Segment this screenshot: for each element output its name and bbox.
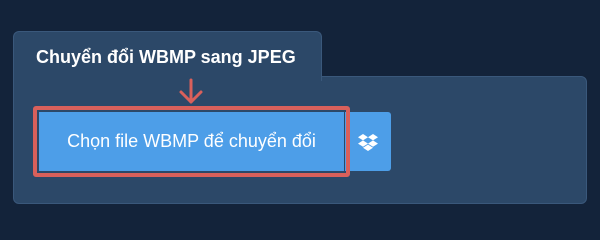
converter-tab: Chuyển đổi WBMP sang JPEG xyxy=(13,31,322,81)
dropbox-icon xyxy=(358,133,378,151)
tab-title: Chuyển đổi WBMP sang JPEG xyxy=(36,47,296,67)
arrow-down-icon xyxy=(179,78,203,104)
dropbox-button[interactable] xyxy=(345,112,391,171)
highlight-box xyxy=(33,106,350,177)
